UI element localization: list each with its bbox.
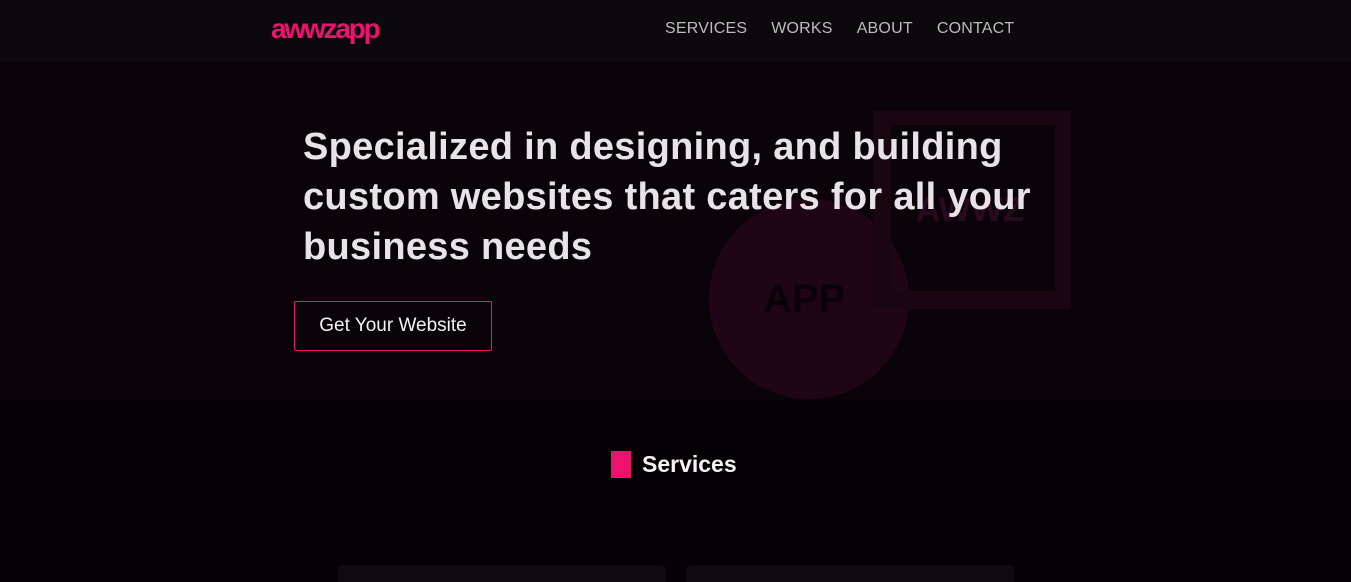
hero-title: Specialized in designing, and building c… <box>303 126 1031 268</box>
logo[interactable]: awwzapp <box>271 15 381 43</box>
page: awwzapp SERVICES WORKS ABOUT CONTACT AWW… <box>0 0 1351 582</box>
service-card[interactable] <box>686 565 1014 582</box>
services-title: Services <box>642 451 737 477</box>
services-accent-marker <box>611 451 631 478</box>
nav-about[interactable]: ABOUT <box>857 20 913 38</box>
get-website-button[interactable]: Get Your Website <box>294 301 492 351</box>
nav-services[interactable]: SERVICES <box>665 20 747 38</box>
header: awwzapp SERVICES WORKS ABOUT CONTACT <box>0 0 1351 62</box>
service-card[interactable] <box>338 565 666 582</box>
main-nav: SERVICES WORKS ABOUT CONTACT <box>665 20 1014 38</box>
nav-works[interactable]: WORKS <box>771 20 832 38</box>
app-watermark-text: APP <box>763 277 845 321</box>
nav-contact[interactable]: CONTACT <box>937 20 1015 38</box>
hero-section: AWWZ APP Specialized in designing, and b… <box>0 62 1351 400</box>
services-heading: Services <box>611 451 737 478</box>
